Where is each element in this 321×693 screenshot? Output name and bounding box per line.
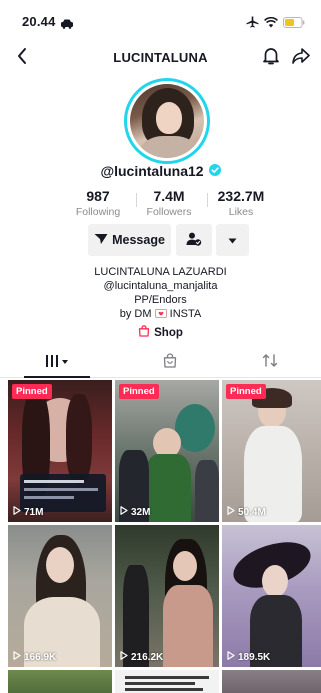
shop-label: Shop	[154, 326, 183, 339]
user-check-icon	[186, 232, 202, 249]
pinned-badge: Pinned	[12, 384, 52, 399]
love-letter-icon	[154, 308, 167, 322]
video-thumbnail[interactable]	[222, 670, 321, 693]
video-thumbnail[interactable]: 166.9K	[8, 525, 112, 667]
play-icon	[227, 651, 235, 663]
tab-reposts[interactable]	[240, 348, 300, 378]
profile-header: LUCINTALUNA	[0, 44, 321, 72]
play-icon	[120, 651, 128, 663]
shop-link[interactable]: Shop	[0, 325, 321, 340]
following-button[interactable]	[176, 224, 212, 256]
message-button-label: Message	[112, 233, 165, 247]
bio-line: by DM INSTA	[119, 308, 202, 322]
play-icon	[13, 651, 21, 663]
status-bar: 20.44	[0, 0, 321, 40]
video-thumbnail[interactable]	[115, 670, 219, 693]
profile-stats: 987 Following 7.4M Followers 232.7M Like…	[0, 188, 321, 222]
stat-followers[interactable]: 7.4M Followers	[140, 188, 198, 218]
stat-divider	[136, 193, 137, 207]
video-thumbnail[interactable]: 216.2K	[115, 525, 219, 667]
profile-bio: LUCINTALUNA LAZUARDI @lucintaluna_manjal…	[0, 265, 321, 322]
video-thumbnail[interactable]: Pinned 71M	[8, 380, 112, 522]
videos-grid-icon	[45, 354, 69, 373]
active-tab-indicator	[24, 376, 90, 378]
play-icon	[13, 506, 21, 518]
video-thumbnail[interactable]: Pinned 50.4M	[222, 380, 321, 522]
shopping-bag-icon	[138, 325, 150, 340]
play-icon	[120, 506, 128, 518]
view-count: 216.2K	[120, 651, 163, 663]
stat-likes[interactable]: 232.7M Likes	[212, 188, 270, 218]
battery-icon	[283, 15, 305, 33]
view-count: 50.4M	[227, 506, 266, 518]
video-thumbnail[interactable]: Pinned 32M	[115, 380, 219, 522]
airplane-icon	[246, 15, 259, 33]
view-count: 166.9K	[13, 651, 56, 663]
bio-line: PP/Endors	[134, 294, 187, 306]
status-time: 20.44	[22, 14, 56, 29]
stat-following[interactable]: 987 Following	[66, 188, 130, 218]
view-count: 189.5K	[227, 651, 270, 663]
profile-tabs	[0, 348, 321, 378]
pinned-badge: Pinned	[226, 384, 266, 399]
video-thumbnail[interactable]	[8, 670, 112, 693]
pinned-badge: Pinned	[119, 384, 159, 399]
share-icon[interactable]	[292, 47, 310, 70]
send-icon	[94, 233, 108, 248]
avatar-image	[130, 84, 204, 158]
username-row: @lucintaluna12	[0, 163, 321, 179]
bag-icon	[163, 353, 177, 373]
caret-down-icon	[228, 233, 237, 247]
play-icon	[227, 506, 235, 518]
stat-divider	[207, 193, 208, 207]
message-button[interactable]: Message	[88, 224, 171, 256]
view-count: 32M	[120, 506, 150, 518]
car-icon	[60, 16, 74, 34]
wifi-icon	[264, 15, 278, 33]
profile-actions: Message	[0, 224, 321, 256]
username: @lucintaluna12	[100, 163, 204, 179]
avatar[interactable]	[124, 78, 210, 164]
bell-icon[interactable]	[262, 46, 280, 71]
view-count: 71M	[13, 506, 43, 518]
bio-line: LUCINTALUNA LAZUARDI	[94, 266, 227, 278]
more-options-button[interactable]	[216, 224, 249, 256]
video-thumbnail[interactable]: 189.5K	[222, 525, 321, 667]
bio-line[interactable]: @lucintaluna_manjalita	[0, 279, 321, 293]
verified-badge-icon	[208, 163, 221, 179]
tab-shop[interactable]	[140, 348, 200, 378]
tab-videos[interactable]	[24, 348, 90, 378]
repost-icon	[262, 353, 278, 373]
